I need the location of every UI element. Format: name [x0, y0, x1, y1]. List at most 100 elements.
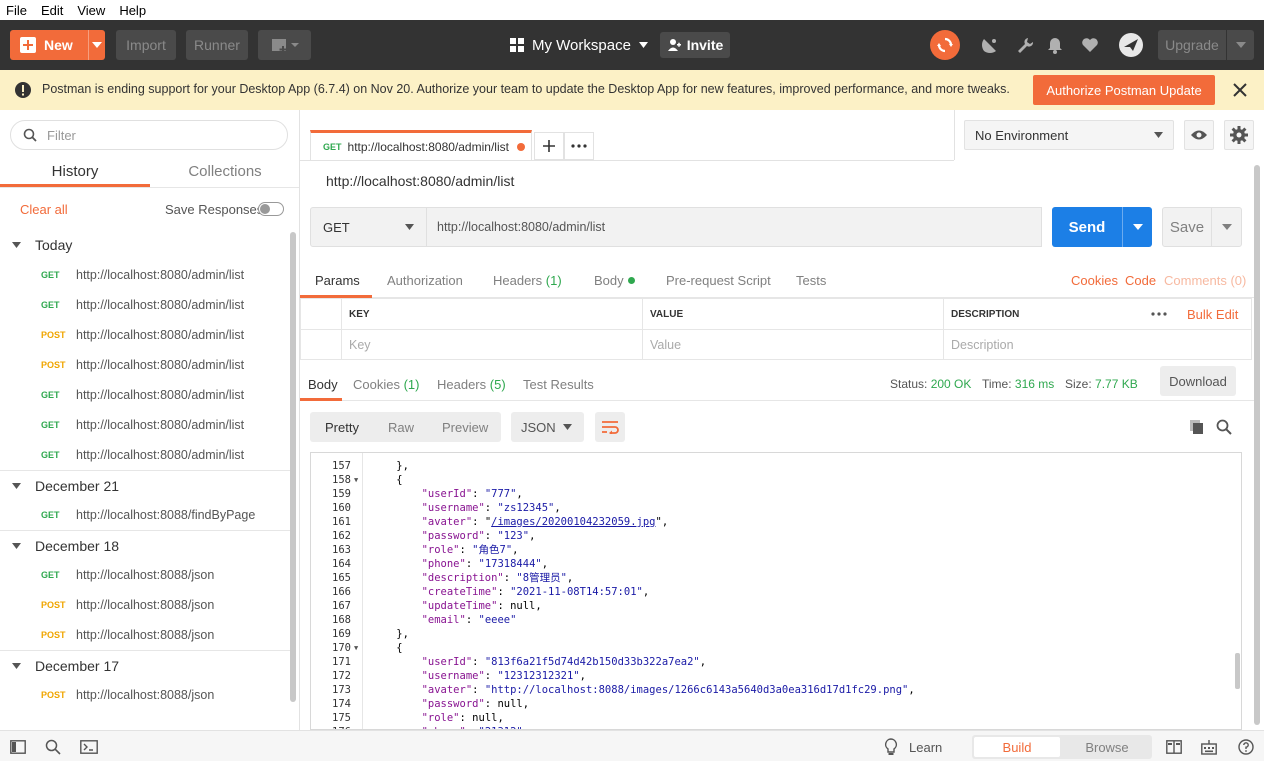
sidebar-scrollbar[interactable] [290, 232, 296, 702]
runner-button[interactable]: Runner [186, 30, 248, 60]
tab-tests[interactable]: Tests [796, 273, 826, 288]
history-item[interactable]: GET http://localhost:8080/admin/list [0, 440, 290, 470]
chevron-down-icon[interactable] [1227, 42, 1254, 48]
authorize-update-button[interactable]: Authorize Postman Update [1033, 75, 1215, 105]
cookies-link[interactable]: Cookies [1071, 273, 1118, 288]
tab-headers[interactable]: Headers (1) [493, 273, 562, 288]
menu-bar: File Edit View Help [0, 0, 1264, 20]
save-responses-toggle[interactable] [258, 202, 284, 216]
tab-options-button[interactable] [564, 132, 594, 160]
search-icon[interactable] [44, 738, 62, 756]
history-group[interactable]: December 21 [0, 470, 290, 500]
history-item[interactable]: POST http://localhost:8088/json [0, 620, 290, 650]
history-group[interactable]: Today [0, 230, 290, 260]
tab-history[interactable]: History [0, 158, 150, 187]
main-scrollbar[interactable] [1254, 165, 1260, 725]
format-pretty[interactable]: Pretty [325, 420, 359, 435]
history-item[interactable]: POST http://localhost:8080/admin/list [0, 320, 290, 350]
format-preview[interactable]: Preview [442, 420, 488, 435]
menu-view[interactable]: View [77, 3, 105, 18]
keyboard-shortcuts-icon[interactable] [1200, 738, 1218, 756]
sync-icon[interactable] [930, 30, 960, 60]
value-input[interactable]: Value [642, 330, 944, 360]
browse-tab[interactable]: Browse [1064, 737, 1150, 757]
manage-environments-button[interactable] [1224, 120, 1254, 150]
new-button[interactable]: New [10, 30, 105, 60]
key-input[interactable]: Key [341, 330, 643, 360]
response-tab-test-results[interactable]: Test Results [523, 377, 594, 392]
json-value[interactable]: /images/20200104232059.jpg [491, 516, 655, 528]
new-window-button[interactable] [258, 30, 311, 60]
history-group[interactable]: December 18 [0, 530, 290, 560]
send-button[interactable]: Send [1052, 207, 1152, 247]
download-button[interactable]: Download [1160, 366, 1236, 396]
close-icon[interactable] [1230, 80, 1250, 100]
build-tab[interactable]: Build [974, 737, 1060, 757]
filter-input[interactable] [47, 127, 267, 143]
chevron-down-icon[interactable] [89, 42, 105, 48]
menu-file[interactable]: File [6, 3, 27, 18]
history-item[interactable]: GET http://localhost:8080/admin/list [0, 380, 290, 410]
history-item[interactable]: POST http://localhost:8088/json [0, 590, 290, 620]
request-title[interactable]: http://localhost:8080/admin/list [326, 173, 514, 189]
comments-link[interactable]: Comments (0) [1164, 273, 1246, 288]
bell-icon[interactable] [1045, 35, 1065, 55]
menu-help[interactable]: Help [119, 3, 146, 18]
response-tab-body[interactable]: Body [308, 377, 338, 392]
response-tab-cookies[interactable]: Cookies (1) [353, 377, 419, 392]
wrench-icon[interactable] [1015, 35, 1035, 55]
chevron-down-icon[interactable] [1123, 224, 1152, 230]
environment-select[interactable]: No Environment [964, 120, 1174, 150]
history-item[interactable]: GET http://localhost:8080/admin/list [0, 410, 290, 440]
tab-collections[interactable]: Collections [150, 158, 299, 187]
history-item[interactable]: GET http://localhost:8088/json [0, 560, 290, 590]
code-text: }, [371, 460, 409, 472]
fold-icon[interactable]: ▼ [354, 473, 358, 487]
upgrade-button[interactable]: Upgrade [1158, 30, 1254, 60]
history-item[interactable]: POST http://localhost:8080/admin/list [0, 350, 290, 380]
workspace-selector[interactable]: My Workspace [510, 32, 648, 58]
tab-pre-request-script[interactable]: Pre-request Script [666, 273, 771, 288]
response-tab-headers[interactable]: Headers (5) [437, 377, 506, 392]
environment-quick-look-button[interactable] [1184, 120, 1214, 150]
toggle-sidebar-icon[interactable] [9, 738, 27, 756]
history-item[interactable]: GET http://localhost:8080/admin/list [0, 290, 290, 320]
new-tab-button[interactable] [534, 132, 564, 160]
history-group[interactable]: December 17 [0, 650, 290, 680]
tab-authorization[interactable]: Authorization [387, 273, 463, 288]
description-input[interactable]: Description [943, 330, 1251, 360]
tab-body[interactable]: Body [594, 273, 635, 288]
heart-icon[interactable] [1080, 35, 1100, 55]
format-raw[interactable]: Raw [388, 420, 414, 435]
satellite-icon[interactable] [980, 35, 1000, 55]
history-item[interactable]: GET http://localhost:8080/admin/list [0, 260, 290, 290]
copy-icon[interactable] [1188, 418, 1206, 436]
code-link[interactable]: Code [1125, 273, 1156, 288]
language-select[interactable]: JSON [511, 412, 584, 442]
console-icon[interactable] [80, 738, 98, 756]
chevron-down-icon[interactable] [1212, 224, 1241, 230]
two-pane-view-icon[interactable] [1165, 738, 1183, 756]
wrap-lines-button[interactable] [595, 412, 625, 442]
search-icon[interactable] [1215, 418, 1233, 436]
help-icon[interactable] [1237, 738, 1255, 756]
method-select[interactable]: GET [310, 207, 427, 247]
learn-link[interactable]: Learn [909, 740, 942, 755]
editor-scrollbar[interactable] [1235, 653, 1240, 689]
history-item-method: POST [41, 630, 66, 640]
more-icon[interactable] [1139, 299, 1179, 329]
fold-icon[interactable]: ▼ [354, 641, 358, 655]
invite-button[interactable]: Invite [660, 32, 730, 58]
response-body-editor[interactable]: 157 }, 158 ▼ {159 "userId": "777", 160 "use… [310, 452, 1242, 730]
import-button[interactable]: Import [116, 30, 176, 60]
history-item[interactable]: GET http://localhost:8088/findByPage [0, 500, 290, 530]
request-tab[interactable]: GET http://localhost:8080/admin/list [310, 130, 532, 160]
bulk-edit-link[interactable]: Bulk Edit [1187, 307, 1238, 322]
history-item[interactable]: POST http://localhost:8088/json [0, 680, 290, 710]
save-button[interactable]: Save [1162, 207, 1242, 247]
clear-all-link[interactable]: Clear all [20, 202, 68, 217]
url-input[interactable]: http://localhost:8080/admin/list [427, 207, 1042, 247]
avatar[interactable] [1119, 33, 1143, 57]
tab-params[interactable]: Params [315, 273, 360, 288]
menu-edit[interactable]: Edit [41, 3, 63, 18]
